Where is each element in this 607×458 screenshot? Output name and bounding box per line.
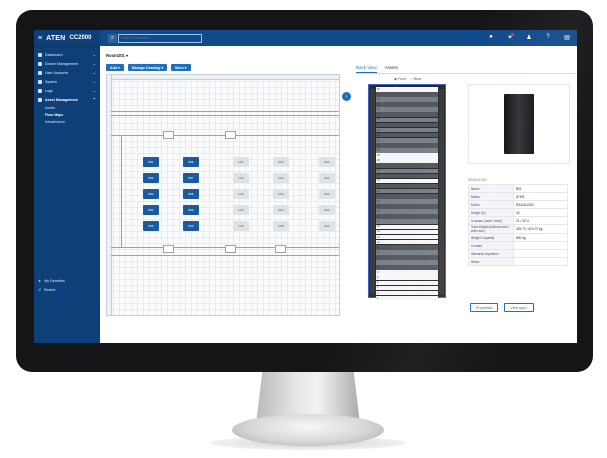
rack-tile[interactable]: B10 [183, 221, 199, 231]
rack-tile[interactable]: D01 [273, 157, 289, 167]
sidebar-item-label: Dashboard [45, 52, 63, 57]
rack-tile[interactable]: C03 [233, 189, 249, 199]
manage-drawing-button[interactable]: Manage Drawing ▾ [127, 64, 168, 71]
wall [121, 135, 122, 247]
rack-tile[interactable]: B05 [143, 221, 159, 231]
history-icon: ↺ [38, 287, 42, 292]
sidebar-item-recent[interactable]: ↺ Recent [34, 285, 100, 294]
search-input[interactable] [118, 33, 202, 43]
chevron-down-icon: ⌄ [92, 61, 96, 66]
sidebar-item-label: My Favorites [44, 278, 65, 283]
screen-glare [300, 10, 593, 372]
log-icon [38, 88, 42, 93]
rack-tile[interactable]: B06 [183, 157, 199, 167]
sidebar-item-system[interactable]: System ⌄ [34, 77, 100, 86]
door [163, 131, 174, 139]
sidebar-subitem-infrastructure[interactable]: Infrastructure [34, 118, 100, 125]
product-model: CC2000 [69, 35, 92, 41]
brand: ≡ ATEN CC2000 [34, 30, 100, 47]
door [275, 245, 286, 253]
rack-tile[interactable]: B09 [183, 205, 199, 215]
rack-tile[interactable]: D02 [273, 173, 289, 183]
rack-tile[interactable]: D05 [273, 221, 289, 231]
rack-tile[interactable]: C04 [233, 205, 249, 215]
rack-tile[interactable]: B07 [183, 173, 199, 183]
chevron-up-icon: ⌃ [92, 97, 96, 102]
chevron-down-icon: ⌄ [92, 52, 96, 57]
rack-tile[interactable]: C02 [233, 173, 249, 183]
grid-icon [38, 52, 42, 57]
rack-tile[interactable]: B03 [143, 189, 159, 199]
sidebar-item-dashboard[interactable]: Dashboard ⌄ [34, 50, 100, 59]
rack-tile[interactable]: B02 [143, 173, 159, 183]
sidebar-subitem-floor-maps[interactable]: Floor Maps [34, 111, 100, 118]
sidebar-item-label: Logs [45, 88, 53, 93]
aten-logo: ATEN [46, 34, 66, 42]
sidebar-item-label: User Accounts [45, 70, 69, 75]
device-icon [38, 61, 42, 66]
sidebar-footer: ★ My Favorites ↺ Recent [34, 276, 100, 294]
sidebar-item-logs[interactable]: Logs ⌄ [34, 86, 100, 95]
rack-tile[interactable]: C01 [233, 157, 249, 167]
toolbar: Add ▾ Manage Drawing ▾ More ▾ [106, 64, 191, 71]
search-icon[interactable]: ⌕ [108, 33, 117, 43]
monitor-base [232, 414, 384, 446]
rack-tile[interactable]: D04 [273, 205, 289, 215]
sidebar-item-label: Asset Management [45, 97, 78, 102]
sidebar-item-user-accounts[interactable]: User Accounts ⌄ [34, 68, 100, 77]
user-icon [38, 70, 42, 75]
rack-tile[interactable]: B08 [183, 189, 199, 199]
chevron-down-icon: ⌄ [92, 79, 96, 84]
room-selector[interactable]: Room201 ▾ [106, 53, 128, 58]
asset-icon [38, 97, 42, 102]
more-button[interactable]: More ▾ [171, 64, 191, 71]
rack-tile[interactable]: B01 [143, 157, 159, 167]
hamburger-icon[interactable]: ≡ [38, 35, 42, 42]
sidebar-subitem-assets[interactable]: Assets [34, 104, 100, 111]
door [225, 245, 236, 253]
rack-tile[interactable]: B04 [143, 205, 159, 215]
gear-icon [38, 79, 42, 84]
sidebar-item-device-management[interactable]: Device Management ⌄ [34, 59, 100, 68]
sidebar-item-label: System [45, 79, 57, 84]
sidebar-item-label: Device Management [45, 61, 78, 66]
sidebar: ≡ ATEN CC2000 Dashboard ⌄ Device Manageme… [34, 30, 100, 343]
rack-tile[interactable]: C05 [233, 221, 249, 231]
add-button[interactable]: Add ▾ [106, 64, 124, 71]
sidebar-item-label: Recent [44, 287, 56, 292]
chevron-down-icon: ⌄ [92, 88, 96, 93]
sidebar-item-asset-management[interactable]: Asset Management ⌃ [34, 95, 100, 104]
rack-tile[interactable]: D03 [273, 189, 289, 199]
sidebar-item-favorites[interactable]: ★ My Favorites [34, 276, 100, 285]
door [163, 245, 174, 253]
sidebar-nav: Dashboard ⌄ Device Management ⌄ User Accou… [34, 50, 100, 125]
star-icon: ★ [38, 278, 42, 283]
chevron-down-icon: ⌄ [92, 70, 96, 75]
door [225, 131, 236, 139]
